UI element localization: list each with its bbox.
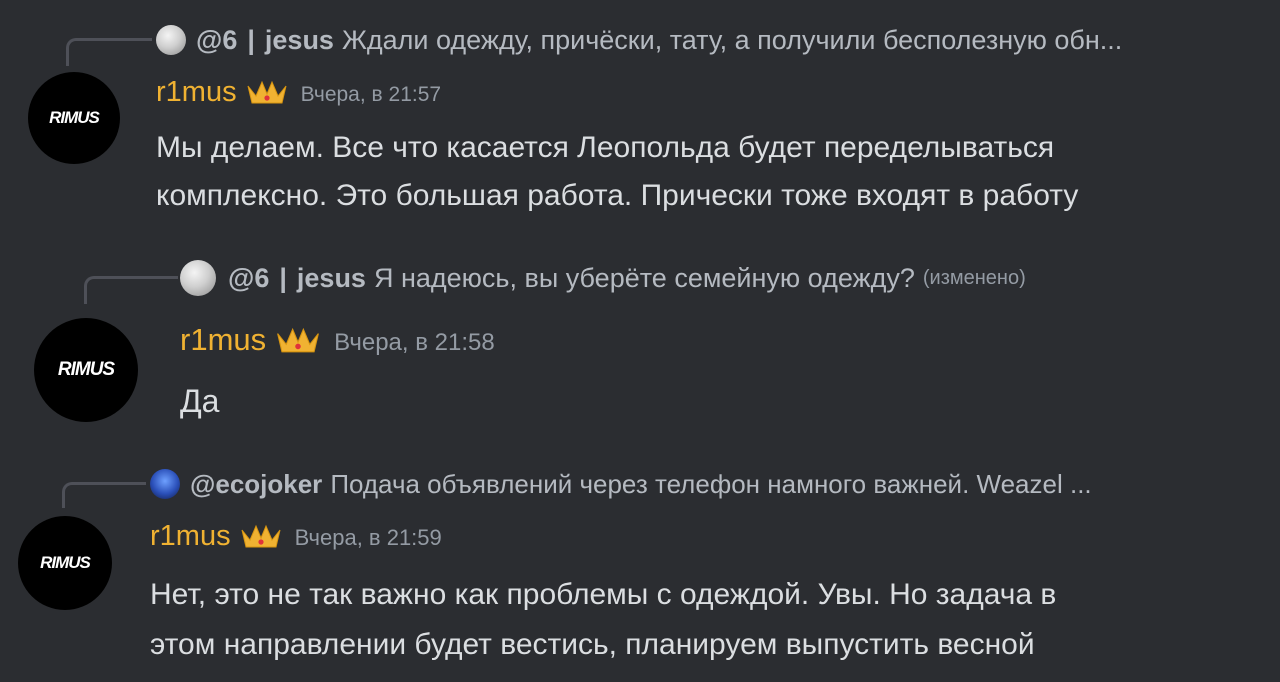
- crown-icon: [245, 78, 289, 114]
- ghost-avatar-icon: [180, 260, 216, 296]
- crown-icon: [239, 522, 283, 558]
- reply-username[interactable]: @6: [196, 25, 237, 56]
- author-name[interactable]: r1mus: [180, 322, 266, 358]
- message-line: комплексно. Это большая работа. Прически…: [156, 179, 1079, 212]
- reply-separator: |: [279, 262, 287, 293]
- reply-nickname[interactable]: jesus: [297, 263, 366, 294]
- avatar-label: RIMUS: [49, 108, 100, 127]
- reply-separator: |: [247, 24, 255, 55]
- reply-nickname[interactable]: jesus: [265, 25, 334, 56]
- reply-preview[interactable]: @6 | jesus Ждали одежду, причёски, тату,…: [156, 20, 1122, 60]
- message-header: r1mus Вчера, в 21:57: [156, 76, 441, 116]
- edited-label: (изменено): [922, 266, 1026, 289]
- reply-connector: [62, 482, 146, 508]
- message-header: r1mus Вчера, в 21:58: [180, 322, 495, 366]
- reply-username[interactable]: @ecojoker: [190, 469, 322, 500]
- message-timestamp: Вчера, в 21:59: [294, 525, 442, 550]
- chat-viewport: @6 | jesus Ждали одежду, причёски, тату,…: [0, 0, 1280, 682]
- message-content: Нет, это не так важно как проблемы с оде…: [150, 570, 1056, 670]
- message-content: Мы делаем. Все что касается Леопольда бу…: [156, 124, 1078, 220]
- reply-connector: [84, 276, 178, 304]
- avatar[interactable]: RIMUS: [18, 516, 112, 610]
- message-line: Мы делаем. Все что касается Леопольда бу…: [156, 131, 1055, 164]
- message-line: Нет, это не так важно как проблемы с оде…: [150, 578, 1057, 611]
- message-line: Да: [180, 383, 220, 419]
- message-line: этом направлении будет вестись, планируе…: [150, 628, 1035, 661]
- avatar-label: RIMUS: [57, 359, 115, 380]
- message-timestamp: Вчера, в 21:57: [300, 83, 442, 106]
- reply-connector: [66, 38, 152, 66]
- joker-avatar-icon: [150, 469, 180, 499]
- message-header: r1mus Вчера, в 21:59: [150, 520, 442, 560]
- avatar[interactable]: RIMUS: [28, 72, 120, 164]
- reply-text[interactable]: Я надеюсь, вы уберёте семейную одежду?: [374, 263, 915, 294]
- avatar[interactable]: RIMUS: [34, 318, 138, 422]
- reply-username[interactable]: @6: [228, 263, 269, 294]
- reply-preview[interactable]: @6 | jesus Я надеюсь, вы уберёте семейну…: [180, 258, 1026, 298]
- reply-text[interactable]: Ждали одежду, причёски, тату, а получили…: [342, 25, 1122, 56]
- avatar-label: RIMUS: [40, 553, 91, 572]
- crown-icon: [274, 325, 322, 363]
- ghost-avatar-icon: [156, 25, 186, 55]
- reply-preview[interactable]: @ecojoker Подача объявлений через телефо…: [150, 464, 1092, 504]
- reply-text[interactable]: Подача объявлений через телефон намного …: [330, 469, 1091, 500]
- author-name[interactable]: r1mus: [156, 76, 237, 109]
- message-content: Да: [180, 376, 219, 426]
- author-name[interactable]: r1mus: [150, 520, 231, 553]
- message-timestamp: Вчера, в 21:58: [334, 329, 495, 356]
